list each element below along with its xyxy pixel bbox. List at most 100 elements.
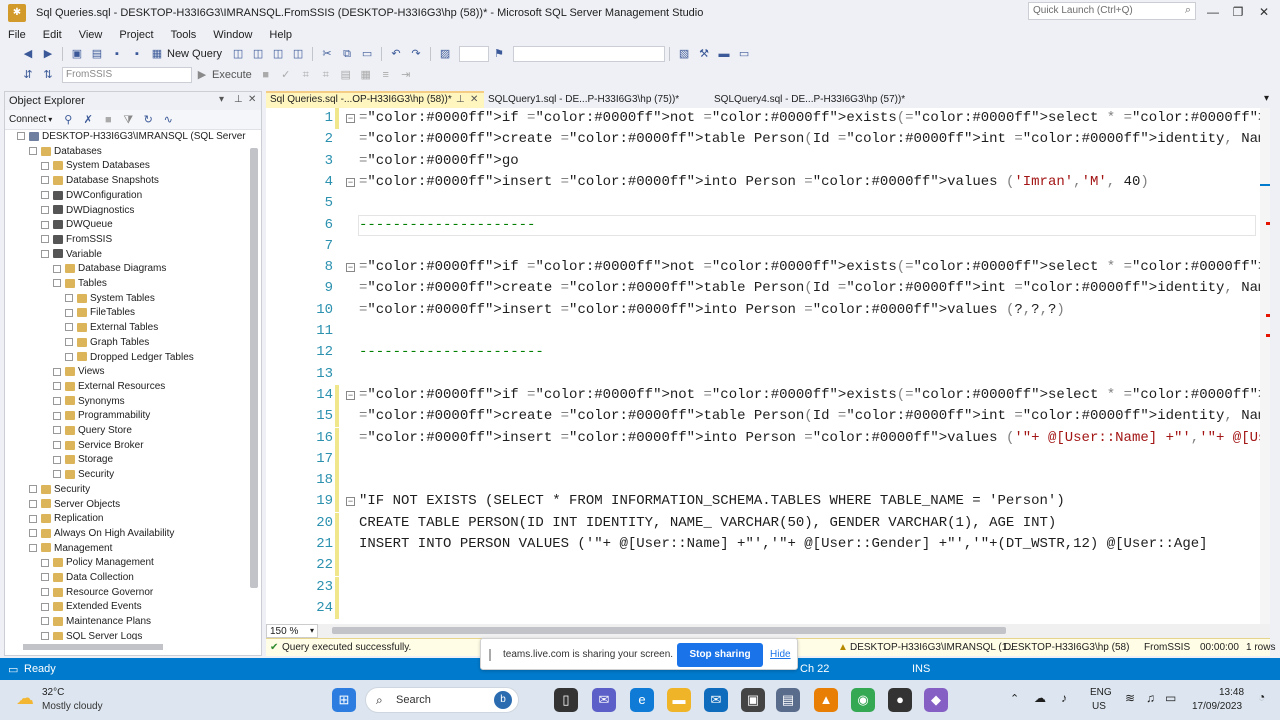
- maximize-button[interactable]: ❐: [1230, 4, 1246, 20]
- expand-icon[interactable]: [29, 499, 37, 508]
- wrench-icon[interactable]: ⚒: [696, 46, 712, 62]
- menu-window[interactable]: Window: [213, 29, 252, 41]
- expand-icon[interactable]: [41, 617, 49, 626]
- tree-node[interactable]: Management: [29, 542, 112, 556]
- tree-node[interactable]: Dropped Ledger Tables: [65, 351, 194, 365]
- execute-icon[interactable]: ▶: [194, 67, 210, 83]
- menu-help[interactable]: Help: [269, 29, 292, 41]
- expand-icon[interactable]: [41, 235, 49, 244]
- app-icon[interactable]: ●: [888, 688, 912, 712]
- expand-icon[interactable]: [65, 338, 73, 347]
- results-grid-icon[interactable]: ▦: [358, 67, 374, 83]
- tab-sqlquery1[interactable]: SQLQuery1.sql - DE...P-H33I6G3\hp (75))*: [484, 91, 680, 108]
- collapse-region-icon[interactable]: −: [346, 263, 355, 273]
- tree-vertical-scrollbar[interactable]: [250, 148, 258, 588]
- new-query-button[interactable]: New Query: [167, 48, 222, 60]
- notifications-icon[interactable]: ◔: [1258, 690, 1265, 704]
- refresh-icon[interactable]: ↻: [140, 112, 156, 128]
- expand-icon[interactable]: [53, 396, 61, 405]
- teams-chat-icon[interactable]: ✉: [592, 688, 616, 712]
- find-in-files-icon[interactable]: ⚑: [491, 46, 507, 62]
- dmx-query-icon[interactable]: ◫: [250, 46, 266, 62]
- expand-icon[interactable]: [53, 426, 61, 435]
- store-icon[interactable]: ▣: [741, 688, 765, 712]
- edge-icon[interactable]: e: [630, 688, 654, 712]
- collapse-icon[interactable]: [29, 147, 37, 156]
- expand-icon[interactable]: [41, 558, 49, 567]
- back-icon[interactable]: ◀: [20, 46, 36, 62]
- tree-node[interactable]: System Databases: [41, 159, 150, 173]
- xmla-query-icon[interactable]: ◫: [270, 46, 286, 62]
- tree-node[interactable]: DWDiagnostics: [41, 204, 134, 218]
- expand-icon[interactable]: [53, 382, 61, 391]
- change-connection-icon[interactable]: ⇅: [40, 67, 56, 83]
- connect-button[interactable]: Connect: [9, 114, 46, 125]
- forward-icon[interactable]: ▶: [40, 46, 56, 62]
- expand-icon[interactable]: [41, 602, 49, 611]
- expand-icon[interactable]: [53, 455, 61, 464]
- tab-overflow-icon[interactable]: ▾: [1264, 93, 1269, 104]
- expand-icon[interactable]: [41, 573, 49, 582]
- chrome-icon[interactable]: ◉: [851, 688, 875, 712]
- parse-icon[interactable]: ✓: [278, 67, 294, 83]
- tree-node[interactable]: Database Snapshots: [41, 174, 159, 188]
- cancel-query-icon[interactable]: ■: [258, 67, 274, 83]
- cut-icon[interactable]: ✂: [319, 46, 335, 62]
- expand-icon[interactable]: [41, 588, 49, 597]
- menu-edit[interactable]: Edit: [43, 29, 62, 41]
- menu-view[interactable]: View: [79, 29, 103, 41]
- intellisense-icon[interactable]: ⌗: [318, 67, 334, 83]
- plan-icon[interactable]: ⌗: [298, 67, 314, 83]
- minimize-button[interactable]: —: [1205, 4, 1221, 20]
- language-code[interactable]: ENG: [1090, 687, 1112, 698]
- expand-icon[interactable]: [65, 352, 73, 361]
- clock-date[interactable]: 17/09/2023: [1192, 701, 1242, 712]
- tree-node[interactable]: Database Diagrams: [53, 262, 166, 276]
- close-tab-icon[interactable]: ✕: [470, 94, 478, 105]
- new-query-icon[interactable]: ▦: [149, 46, 165, 62]
- expand-icon[interactable]: [41, 205, 49, 214]
- tab-sql-queries[interactable]: Sql Queries.sql -...OP-H33I6G3\hp (58))*…: [266, 91, 484, 108]
- tree-node[interactable]: DESKTOP-H33I6G3\IMRANSQL (SQL Server 16.…: [17, 130, 249, 144]
- tree-node[interactable]: Databases: [29, 145, 102, 159]
- expand-icon[interactable]: [29, 514, 37, 523]
- activity-monitor-icon[interactable]: ▨: [437, 46, 453, 62]
- hide-banner-link[interactable]: Hide: [770, 649, 791, 660]
- tree-node[interactable]: Programmability: [53, 409, 150, 423]
- tree-node[interactable]: Storage: [53, 453, 113, 467]
- weather-temp[interactable]: 32°C: [42, 687, 64, 698]
- save-all-icon[interactable]: ▪: [129, 46, 145, 62]
- properties-icon[interactable]: ▧: [676, 46, 692, 62]
- expand-icon[interactable]: [53, 470, 61, 479]
- expand-icon[interactable]: [41, 176, 49, 185]
- tree-node[interactable]: Views: [53, 365, 105, 379]
- tree-node[interactable]: Resource Governor: [41, 586, 153, 600]
- comment-icon[interactable]: ≡: [378, 67, 394, 83]
- execute-button[interactable]: Execute: [212, 69, 252, 81]
- expand-icon[interactable]: [41, 220, 49, 229]
- expand-icon[interactable]: [53, 411, 61, 420]
- drag-handle-icon[interactable]: [489, 649, 491, 661]
- editor-vertical-scrollbar[interactable]: [1260, 108, 1270, 624]
- collapse-icon[interactable]: [17, 132, 25, 141]
- tree-node[interactable]: Server Objects: [29, 498, 120, 512]
- microphone-icon[interactable]: ♪: [1061, 691, 1067, 705]
- tree-node[interactable]: DWConfiguration: [41, 189, 142, 203]
- tree-node[interactable]: Maintenance Plans: [41, 615, 151, 629]
- expand-icon[interactable]: [53, 264, 61, 273]
- paste-icon[interactable]: ▭: [359, 46, 375, 62]
- volume-icon[interactable]: ♫: [1146, 691, 1155, 705]
- vlc-icon[interactable]: ▲: [814, 688, 838, 712]
- zoom-combo[interactable]: 150 % ▾: [266, 624, 318, 638]
- tree-node[interactable]: Always On High Availability: [29, 527, 174, 541]
- chevron-down-icon[interactable]: ▾: [48, 115, 52, 124]
- tree-horizontal-scrollbar[interactable]: [23, 644, 163, 650]
- tree-node[interactable]: Graph Tables: [65, 336, 149, 350]
- connect-plug-icon[interactable]: ⚲: [60, 112, 76, 128]
- new-project-icon[interactable]: ▣: [69, 46, 85, 62]
- tree-node[interactable]: Extended Events: [41, 600, 142, 614]
- tree-node[interactable]: FromSSIS: [41, 233, 112, 247]
- expand-icon[interactable]: [53, 441, 61, 450]
- taskbar-search-box[interactable]: ⌕ Search b: [365, 687, 519, 713]
- open-file-icon[interactable]: ▤: [89, 46, 105, 62]
